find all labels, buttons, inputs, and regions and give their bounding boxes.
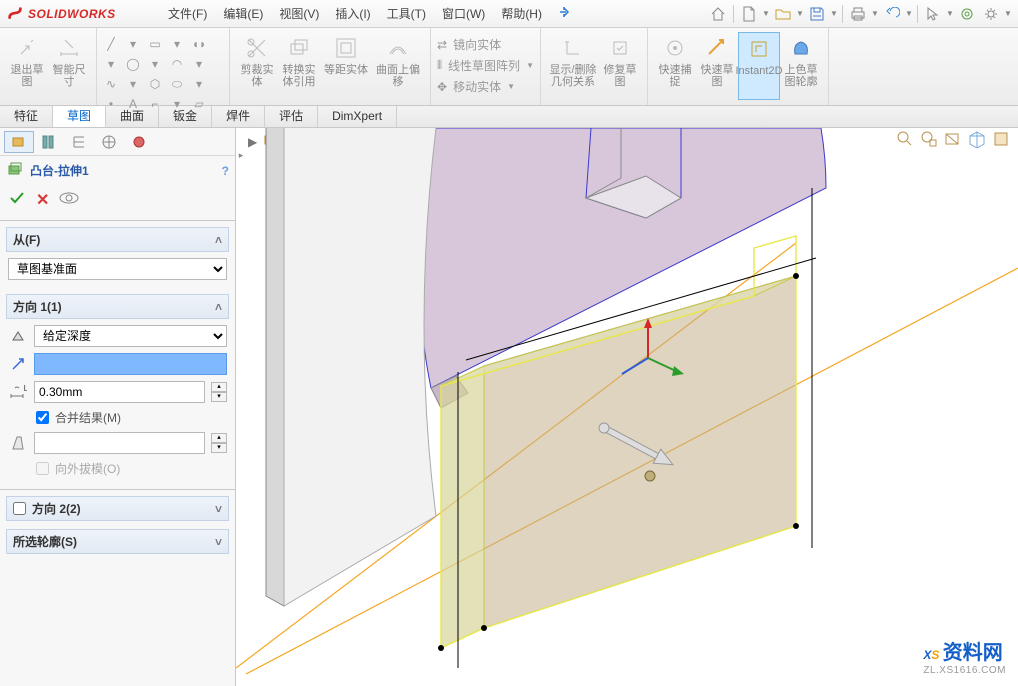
ellipse-icon[interactable]: ⬭ [169,76,185,92]
dir1-vector-input[interactable] [34,353,227,375]
menu-帮助[interactable]: 帮助(H) [493,0,550,28]
instant2d-button[interactable]: Instant2D [738,32,780,100]
dir2-checkbox[interactable] [13,502,26,515]
cmdtab-评估[interactable]: 评估 [265,106,318,127]
slot-icon[interactable]: ◖◗ [191,36,207,52]
cmdtab-焊件[interactable]: 焊件 [212,106,265,127]
app-logo: SOLIDWORKS [0,5,160,23]
pm-tab-tree[interactable] [64,131,94,153]
repair-button[interactable]: 修复草图 [599,32,641,100]
cmdtab-曲面[interactable]: 曲面 [106,106,159,127]
curve-offset-button[interactable]: 曲面上偏移 [372,32,424,100]
quick-snap-button[interactable]: 快速捕捉 [654,32,696,100]
offset-button[interactable]: 等距实体 [320,32,372,100]
shaded-contour-button[interactable]: 上色草图轮廓 [780,32,822,100]
cmdtab-钣金[interactable]: 钣金 [159,106,212,127]
select-icon[interactable] [922,3,944,25]
merge-checkbox[interactable] [36,411,49,424]
undo-icon[interactable] [881,3,903,25]
depth-input[interactable] [34,381,205,403]
open-icon[interactable] [772,3,794,25]
merge-label: 合并结果(M) [55,409,121,426]
options-icon[interactable] [980,3,1002,25]
menu-工具[interactable]: 工具(T) [379,0,434,28]
depth-icon: D1 [8,382,28,402]
cmdtab-特征[interactable]: 特征 [0,106,53,127]
dir-arrow-icon [8,354,28,374]
ribbon: 退出草图 智能尺寸 ╱▾ ▭▾ ◖◗▾ ◯▾ ◠▾ ∿▾ ⬡ ⬭▾ • A ⌐▾… [0,28,1018,106]
line-icon[interactable]: ╱ [103,36,119,52]
chevron-up-icon: ˄ [215,233,222,247]
model-scene [236,128,1018,686]
save-icon[interactable] [806,3,828,25]
exit-sketch-button[interactable]: 退出草图 [6,32,48,100]
graphics-viewport[interactable]: ▶ 029 (默认< <默认>_显示... [236,128,1018,686]
svg-text:D1: D1 [23,385,27,394]
ok-button[interactable] [8,189,26,210]
spin-up[interactable]: ▴ [211,382,227,392]
draft-out-checkbox [36,462,49,475]
property-manager: 凸台-拉伸1 ? ✕ 从(F)˄ 草图基准面 方向 1(1)˄ 给定深度 [0,128,236,686]
print-icon[interactable] [847,3,869,25]
cmdtab-草图[interactable]: 草图 [53,106,106,127]
spin-down[interactable]: ▾ [211,443,227,453]
cmdtab-DimXpert[interactable]: DimXpert [318,106,397,127]
draft-input[interactable] [34,432,205,454]
pin-icon[interactable] [550,6,578,21]
menu-文件[interactable]: 文件(F) [160,0,215,28]
chevron-down-icon: ˅ [215,535,222,549]
circle-icon[interactable]: ◯ [125,56,141,72]
home-icon[interactable] [707,3,729,25]
splitter-handle[interactable]: ▸ [236,150,246,170]
pm-tab-feature[interactable] [4,131,34,153]
preview-icon[interactable] [59,191,79,208]
pm-tab-appearance[interactable] [124,131,154,153]
feature-title: 凸台-拉伸1 [30,162,89,179]
watermark: XS 资料网 ZL.XS1616.COM [923,636,1006,676]
menu-插入[interactable]: 插入(I) [327,0,378,28]
menu-视图[interactable]: 视图(V) [271,0,327,28]
from-section-header[interactable]: 从(F)˄ [6,227,229,252]
reverse-dir-icon[interactable] [8,326,28,346]
menu-窗口[interactable]: 窗口(W) [434,0,493,28]
menu-bar: 文件(F)编辑(E)视图(V)插入(I)工具(T)窗口(W)帮助(H) [160,0,550,28]
contours-section-header[interactable]: 所选轮廓(S)˅ [6,529,229,554]
trim-button[interactable]: 剪裁实体 [236,32,278,100]
dir2-section-header[interactable]: 方向 2(2)˅ [6,496,229,521]
extrude-icon [6,160,24,181]
command-tabs: 特征草图曲面钣金焊件评估DimXpert [0,106,1018,128]
smart-dim-button[interactable]: 智能尺寸 [48,32,90,100]
convert-button[interactable]: 转换实体引用 [278,32,320,100]
rect-icon[interactable]: ▭ [147,36,163,52]
rebuild-icon[interactable] [956,3,978,25]
pm-tab-config[interactable] [34,131,64,153]
menu-编辑[interactable]: 编辑(E) [215,0,271,28]
help-icon[interactable]: ? [222,164,229,178]
spline-icon[interactable]: ∿ [103,76,119,92]
dir1-mode-select[interactable]: 给定深度 [34,325,227,347]
spin-down[interactable]: ▾ [211,392,227,402]
chevron-up-icon: ˄ [215,300,222,314]
sketch-tools-grid[interactable]: ╱▾ ▭▾ ◖◗▾ ◯▾ ◠▾ ∿▾ ⬡ ⬭▾ • A ⌐▾ ▱ [103,32,223,112]
from-select[interactable]: 草图基准面 [8,258,227,280]
spin-up[interactable]: ▴ [211,433,227,443]
relations-button[interactable]: 显示/删除几何关系 [547,32,599,100]
dir1-section-header[interactable]: 方向 1(1)˄ [6,294,229,319]
chevron-down-icon: ˅ [215,502,222,516]
quick-sketch-button[interactable]: 快速草图 [696,32,738,100]
draft-icon[interactable] [8,433,28,453]
move-button[interactable]: ✥移动实体▼ [437,78,534,95]
arc-icon[interactable]: ◠ [169,56,185,72]
polygon-icon[interactable]: ⬡ [147,76,163,92]
mirror-button[interactable]: ⇄镜向实体 [437,36,534,53]
pm-tab-display[interactable] [94,131,124,153]
cancel-button[interactable]: ✕ [36,190,49,210]
new-icon[interactable] [738,3,760,25]
pattern-button[interactable]: ⫴线性草图阵列▼ [437,57,534,74]
quick-access-toolbar: ▼ ▼ ▼ ▼ ▼ ▼ ▼ [707,3,1018,25]
draft-out-label: 向外拔模(O) [55,460,120,477]
